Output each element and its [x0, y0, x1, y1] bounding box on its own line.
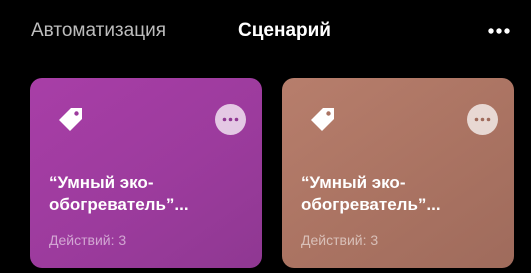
scenario-action-count: Действий: 3	[301, 232, 379, 248]
scenario-title: “Умный эко-обогреватель”...	[49, 173, 189, 214]
scenario-card[interactable]: “Умный эко-обогреватель”... Действий: 3	[282, 78, 514, 268]
tab-automation[interactable]: Автоматизация	[31, 19, 166, 43]
card-menu-button[interactable]	[467, 104, 498, 135]
top-navigation-bar: Автоматизация Сценарий	[0, 0, 531, 62]
card-menu-button[interactable]	[215, 104, 246, 135]
scenario-action-count: Действий: 3	[49, 232, 127, 248]
scenarios-screen: Автоматизация Сценарий “Умный эко-обогре…	[0, 0, 531, 273]
tag-icon	[311, 108, 334, 131]
more-circle-icon	[222, 117, 239, 122]
more-circle-icon	[474, 117, 491, 122]
scenario-title: “Умный эко-обогреватель”...	[301, 173, 441, 214]
tab-scenario[interactable]: Сценарий	[238, 19, 331, 43]
more-horizontal-icon	[488, 28, 510, 34]
more-options-button[interactable]	[484, 18, 514, 44]
scenario-card[interactable]: “Умный эко-обогреватель”... Действий: 3	[30, 78, 262, 268]
tag-icon	[59, 108, 82, 131]
